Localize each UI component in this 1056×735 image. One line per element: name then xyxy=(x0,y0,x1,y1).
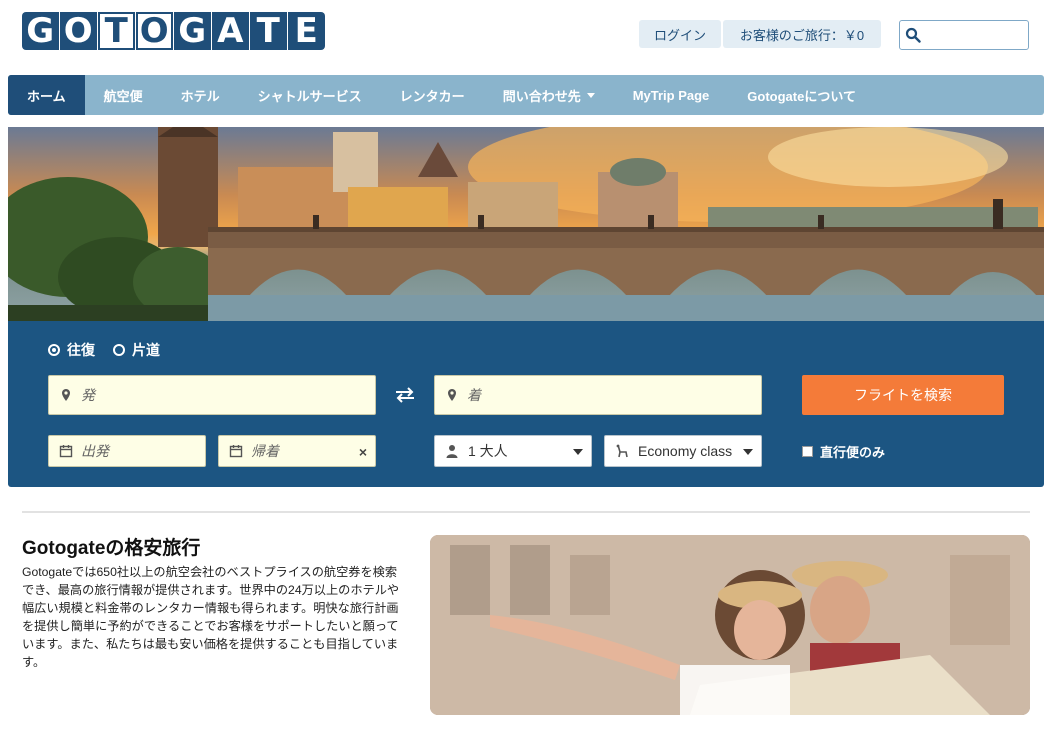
trip-type-group: 往復 片道 xyxy=(48,340,160,360)
person-icon xyxy=(446,445,458,458)
nav-item-car-rental[interactable]: レンタカー xyxy=(381,75,484,115)
departure-date-input[interactable]: 出発 xyxy=(48,435,206,467)
direct-flights-checkbox[interactable]: 直行便のみ xyxy=(802,442,885,461)
travelers-illustration xyxy=(430,535,1030,715)
one-way-label: 片道 xyxy=(132,342,160,358)
nav-label: Gotogateについて xyxy=(747,88,856,104)
passengers-select[interactable]: 1 大人 xyxy=(434,435,592,467)
radio-unselected-icon xyxy=(113,344,125,356)
nav-label: レンタカー xyxy=(399,88,465,104)
checkbox-icon xyxy=(802,446,813,457)
section-divider xyxy=(22,511,1030,513)
origin-input[interactable]: 発 xyxy=(48,375,376,415)
cabin-class-select[interactable]: Economy class xyxy=(604,435,762,467)
return-placeholder: 帰着 xyxy=(251,443,279,459)
nav-item-home[interactable]: ホーム xyxy=(8,75,85,115)
logo-letter: G xyxy=(22,11,59,51)
dropdown-arrow-icon xyxy=(573,449,583,455)
swap-icon[interactable] xyxy=(394,387,416,403)
return-date-input[interactable]: 帰着 × xyxy=(218,435,376,467)
search-flights-button[interactable]: フライトを検索 xyxy=(802,375,1004,415)
search-icon xyxy=(905,27,921,43)
clear-date-button[interactable]: × xyxy=(359,444,367,460)
radio-selected-icon xyxy=(48,344,60,356)
seat-icon xyxy=(616,444,628,458)
origin-placeholder: 発 xyxy=(81,387,95,403)
gotogate-logo[interactable]: G O T O G A T E xyxy=(22,11,325,51)
nav-item-flights[interactable]: 航空便 xyxy=(85,75,162,115)
destination-placeholder: 着 xyxy=(467,387,481,403)
nav-label: 問い合わせ先 xyxy=(502,88,581,104)
main-nav: ホーム 航空便 ホテル シャトルサービス レンタカー 問い合わせ先 MyTrip… xyxy=(8,75,1044,115)
login-button[interactable]: ログイン xyxy=(639,20,721,48)
calendar-icon xyxy=(59,445,73,458)
prague-bridge-illustration xyxy=(8,127,1044,321)
nav-item-shuttle[interactable]: シャトルサービス xyxy=(239,75,381,115)
flight-search-panel: 往復 片道 発 着 フライトを検索 出発 帰着 × 1 大人 Economy c… xyxy=(8,321,1044,487)
hero-banner-image xyxy=(8,127,1044,321)
logo-letter: E xyxy=(288,11,325,51)
destination-input[interactable]: 着 xyxy=(434,375,762,415)
passengers-value: 1 大人 xyxy=(468,443,508,459)
nav-item-about[interactable]: Gotogateについて xyxy=(728,75,875,115)
logo-letter: O xyxy=(136,11,173,51)
nav-label: 航空便 xyxy=(103,88,143,104)
nav-item-mytrip[interactable]: MyTrip Page xyxy=(614,75,729,115)
logo-letter: A xyxy=(212,11,249,51)
trip-cart-button[interactable]: お客様のご旅行：￥0 xyxy=(723,20,881,48)
dropdown-arrow-icon xyxy=(743,449,753,455)
map-pin-icon xyxy=(448,389,456,401)
nav-label: ホーム xyxy=(27,88,66,104)
logo-letter: G xyxy=(174,11,211,51)
round-trip-label: 往復 xyxy=(67,342,95,358)
travelers-photo xyxy=(430,535,1030,715)
nav-label: MyTrip Page xyxy=(632,87,710,103)
logo-letter: O xyxy=(60,11,97,51)
round-trip-radio[interactable]: 往復 xyxy=(48,340,95,360)
site-search-input[interactable] xyxy=(899,20,1029,50)
chevron-down-icon xyxy=(586,92,595,98)
logo-letter: T xyxy=(250,11,287,51)
calendar-icon xyxy=(229,445,243,458)
departure-placeholder: 出発 xyxy=(81,443,109,459)
nav-label: ホテル xyxy=(180,88,220,104)
direct-flights-label: 直行便のみ xyxy=(820,445,886,460)
nav-label: シャトルサービス xyxy=(257,88,362,104)
logo-letter: T xyxy=(98,11,135,51)
one-way-radio[interactable]: 片道 xyxy=(113,340,160,360)
nav-item-hotels[interactable]: ホテル xyxy=(162,75,239,115)
info-title: Gotogateの格安旅行 xyxy=(22,538,201,559)
nav-item-contact[interactable]: 問い合わせ先 xyxy=(484,75,614,115)
site-header: G O T O G A T E ログイン お客様のご旅行：￥0 xyxy=(0,0,1056,74)
info-description: Gotogateでは650社以上の航空会社のベストプライスの航空券を検索でき、最… xyxy=(22,565,400,669)
map-pin-icon xyxy=(62,389,70,401)
cabin-class-value: Economy class xyxy=(638,443,733,459)
